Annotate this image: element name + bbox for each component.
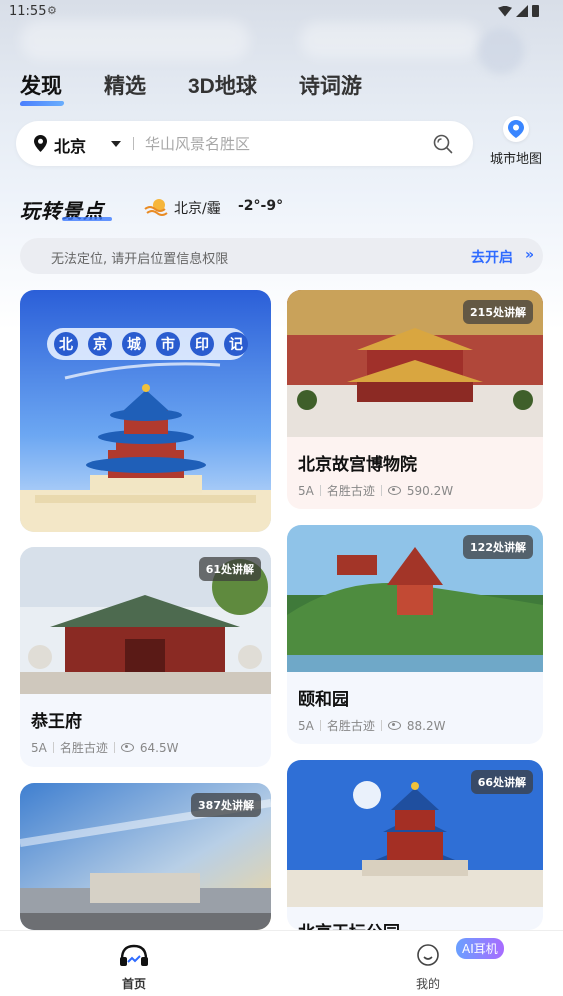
haze-weather-icon (144, 199, 168, 216)
nav-mine-label: 我的 (415, 977, 440, 991)
location-permission-text: 无法定位, 请开启位置信息权限 (51, 252, 229, 267)
section-header: 玩转景点 北京/霾 -2°-9° (20, 193, 560, 223)
attraction-views: 64.5W (139, 740, 179, 755)
divider (113, 742, 115, 753)
banner-title-char: 记 (224, 332, 248, 356)
beijing-city-banner-card[interactable]: 北 京 城 市 印 记 (20, 290, 271, 532)
attraction-name: 恭王府 (31, 712, 82, 732)
audio-guide-count-badge: 122处讲解 (463, 535, 533, 559)
eye-icon (387, 486, 401, 495)
eye-icon (387, 721, 401, 730)
title-underline (62, 217, 112, 221)
settings-status-icon: ⚙ (47, 4, 57, 17)
chevron-down-icon[interactable] (111, 141, 121, 147)
attraction-name: 颐和园 (298, 690, 349, 710)
attraction-views: 590.2W (406, 483, 454, 498)
divider (380, 485, 382, 496)
tab-poetry-tour[interactable]: 诗词游 (299, 70, 362, 100)
tab-featured[interactable]: 精选 (104, 70, 146, 100)
attraction-category: 名胜古迹 (326, 484, 375, 498)
divider (380, 720, 382, 731)
tab-3d-globe[interactable]: 3D地球 (188, 70, 257, 100)
audio-guide-count-badge: 66处讲解 (470, 770, 533, 794)
tab-discover[interactable]: 发现 (20, 70, 62, 100)
wifi-icon (498, 5, 512, 17)
enable-location-button[interactable]: 去开启 (471, 247, 513, 267)
temple-of-heaven-illustration (20, 290, 271, 532)
audio-guide-count-badge: 215处讲解 (463, 300, 533, 324)
double-chevron-right-icon[interactable]: » (525, 247, 534, 263)
status-icons (498, 5, 539, 17)
profile-face-icon (417, 944, 439, 966)
ai-earphone-badge[interactable]: AI耳机 (456, 938, 504, 959)
search-input[interactable] (145, 131, 415, 157)
attraction-card-yiheyuan[interactable]: 122处讲解 颐和园 5A 名胜古迹 88.2W (287, 525, 543, 744)
location-pin-icon (34, 135, 47, 152)
status-bar: 11:55 ⚙ (0, 0, 563, 24)
top-tabs: 发现 精选 3D地球 诗词游 (20, 70, 404, 100)
attraction-meta: 5A 名胜古迹 590.2W (298, 482, 453, 499)
attraction-card-gongwangfu[interactable]: 61处讲解 恭王府 5A 名胜古迹 64.5W (20, 547, 271, 767)
divider (319, 485, 321, 496)
status-time: 11:55 (9, 4, 47, 19)
city-map-button[interactable]: 城市地图 (486, 116, 546, 171)
attraction-card-museum[interactable]: 387处讲解 (20, 783, 271, 930)
banner-title: 北 京 城 市 印 记 (54, 332, 248, 356)
attraction-category: 名胜古迹 (59, 741, 108, 755)
search-icon[interactable] (433, 134, 453, 154)
attraction-level: 5A (298, 718, 314, 733)
attraction-name: 北京故宫博物院 (298, 455, 417, 475)
city-map-label: 城市地图 (489, 152, 542, 167)
banner-title-char: 城 (122, 332, 146, 356)
weather-temperature: -2°-9° (238, 198, 284, 214)
attraction-level: 5A (31, 740, 47, 755)
weather-location: 北京/霾 (174, 201, 221, 217)
search-bar: 北京 (16, 121, 473, 166)
map-pin-icon (503, 116, 529, 142)
audio-guide-count-badge: 387处讲解 (191, 793, 261, 817)
attraction-meta: 5A 名胜古迹 88.2W (298, 717, 445, 734)
nav-home-tab[interactable]: 首页 (104, 943, 164, 992)
divider (52, 742, 54, 753)
banner-title-char: 市 (156, 332, 180, 356)
headphones-home-icon (120, 944, 148, 966)
attraction-views: 88.2W (406, 718, 446, 733)
audio-guide-count-badge: 61处讲解 (198, 557, 261, 581)
attraction-level: 5A (298, 483, 314, 498)
attraction-card-tiantan[interactable]: 66处讲解 北京天坛公园 (287, 760, 543, 930)
attraction-meta: 5A 名胜古迹 64.5W (31, 739, 178, 756)
nav-home-label: 首页 (121, 977, 146, 991)
location-permission-banner: 无法定位, 请开启位置信息权限 去开启 » (20, 238, 543, 274)
attraction-card-gugong[interactable]: 215处讲解 北京故宫博物院 5A 名胜古迹 590.2W (287, 290, 543, 509)
banner-title-char: 京 (88, 332, 112, 356)
battery-icon (532, 5, 539, 17)
banner-title-char: 印 (190, 332, 214, 356)
divider (133, 137, 134, 150)
attraction-name: 北京天坛公园 (298, 918, 400, 930)
divider (319, 720, 321, 731)
attraction-category: 名胜古迹 (326, 719, 375, 733)
banner-title-char: 北 (54, 332, 78, 356)
eye-icon (120, 743, 134, 752)
signal-icon (516, 5, 528, 17)
city-selector[interactable]: 北京 (54, 133, 86, 157)
nav-mine-tab[interactable]: 我的 (398, 943, 458, 992)
